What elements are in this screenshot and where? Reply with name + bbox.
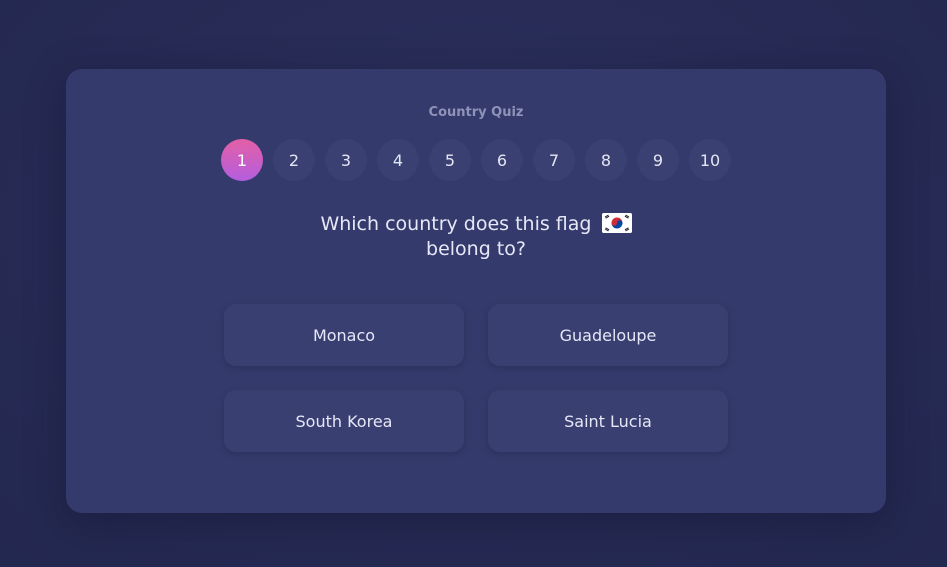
step-button-5[interactable]: 5 xyxy=(429,139,471,181)
south-korea-flag-icon xyxy=(601,213,632,233)
answer-grid: Monaco Guadeloupe South Korea Saint Luci… xyxy=(224,304,728,452)
step-button-10[interactable]: 10 xyxy=(689,139,731,181)
step-button-3[interactable]: 3 xyxy=(325,139,367,181)
answer-option-monaco[interactable]: Monaco xyxy=(224,304,464,366)
answer-option-saint-lucia[interactable]: Saint Lucia xyxy=(488,390,728,452)
quiz-card: Country Quiz 1 2 3 4 5 6 7 8 9 10 Which … xyxy=(66,69,886,513)
quiz-title: Country Quiz xyxy=(428,105,524,120)
answer-option-south-korea[interactable]: South Korea xyxy=(224,390,464,452)
question-line-2: belong to? xyxy=(426,238,526,260)
step-button-2[interactable]: 2 xyxy=(273,139,315,181)
step-button-6[interactable]: 6 xyxy=(481,139,523,181)
question-stepper: 1 2 3 4 5 6 7 8 9 10 xyxy=(221,139,731,181)
step-button-8[interactable]: 8 xyxy=(585,139,627,181)
step-button-7[interactable]: 7 xyxy=(533,139,575,181)
step-button-4[interactable]: 4 xyxy=(377,139,419,181)
step-button-1[interactable]: 1 xyxy=(221,139,263,181)
question-text: Which country does this flag belong to? xyxy=(66,212,886,262)
answer-option-guadeloupe[interactable]: Guadeloupe xyxy=(488,304,728,366)
question-line-1: Which country does this flag xyxy=(320,213,592,235)
step-button-9[interactable]: 9 xyxy=(637,139,679,181)
